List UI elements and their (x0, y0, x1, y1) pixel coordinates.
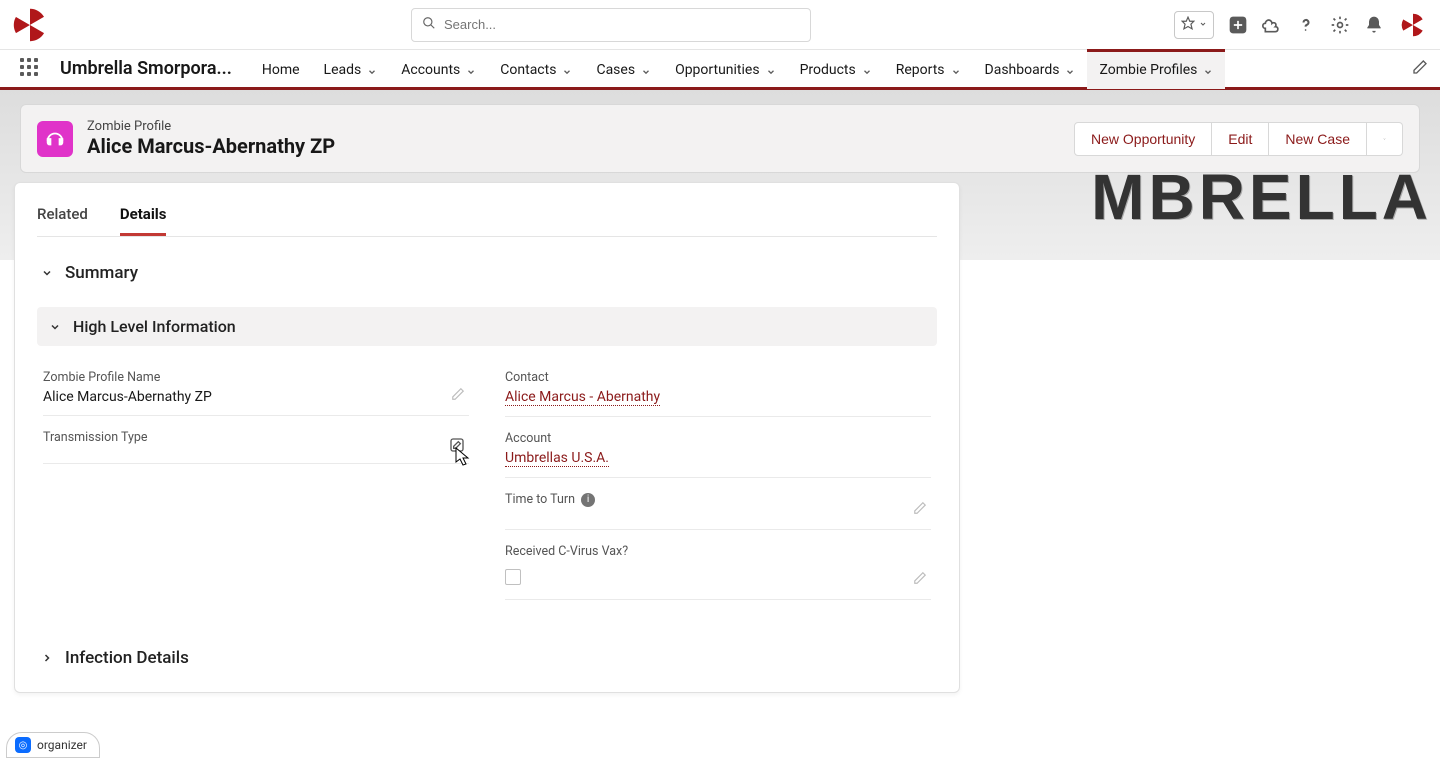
favorites-menu[interactable] (1174, 11, 1214, 39)
field-received-vax: Received C-Virus Vax? (505, 538, 931, 600)
organizer-icon: ◎ (15, 737, 31, 753)
more-actions-button[interactable] (1367, 122, 1403, 156)
tab-related[interactable]: Related (37, 199, 88, 236)
nav-item-label: Contacts (500, 62, 556, 78)
chevron-down-icon (562, 65, 572, 75)
global-search[interactable] (411, 8, 811, 42)
section-infection-header[interactable]: Infection Details (37, 642, 937, 674)
record-type-icon (37, 121, 73, 157)
nav-item-leads[interactable]: Leads (312, 49, 390, 89)
nav-item-dashboards[interactable]: Dashboards (973, 49, 1088, 89)
organizer-badge[interactable]: ◎ organizer (6, 732, 100, 758)
section-summary-header[interactable]: Summary (37, 257, 937, 289)
nav-item-cases[interactable]: Cases (584, 49, 663, 89)
record-header: Zombie Profile Alice Marcus-Abernathy ZP… (20, 104, 1420, 173)
nav-item-label: Cases (596, 62, 635, 78)
edit-field-icon[interactable] (449, 437, 465, 457)
chevron-down-icon (41, 266, 55, 280)
notifications-button[interactable] (1364, 15, 1384, 35)
app-name: Umbrella Smorpora... (60, 58, 232, 79)
field-account: Account Umbrellas U.S.A. (505, 425, 931, 478)
edit-field-icon[interactable] (913, 571, 927, 589)
field-value: Alice Marcus-Abernathy ZP (43, 389, 469, 405)
field-contact: Contact Alice Marcus - Abernathy (505, 364, 931, 417)
field-label: Contact (505, 370, 931, 385)
chevron-down-icon (1065, 65, 1075, 75)
edit-button[interactable]: Edit (1212, 122, 1269, 156)
app-launcher-icon[interactable] (20, 58, 42, 80)
search-icon (422, 16, 436, 34)
chevron-down-icon (367, 65, 377, 75)
new-case-button[interactable]: New Case (1269, 122, 1367, 156)
chevron-down-icon (862, 65, 872, 75)
field-profile-name: Zombie Profile Name Alice Marcus-Abernat… (43, 364, 469, 416)
nav-item-label: Home (262, 62, 300, 78)
chevron-down-icon (951, 65, 961, 75)
edit-nav-icon[interactable] (1412, 59, 1428, 79)
nav-item-label: Dashboards (985, 62, 1060, 78)
add-button[interactable] (1228, 15, 1248, 35)
organizer-label: organizer (37, 738, 87, 752)
nav-item-home[interactable]: Home (250, 49, 312, 89)
chevron-down-icon (466, 65, 476, 75)
chevron-down-icon (766, 65, 776, 75)
edit-field-icon[interactable] (451, 387, 465, 405)
edit-field-icon[interactable] (913, 501, 927, 519)
field-time-to-turn: Time to Turn i (505, 486, 931, 530)
chevron-down-icon (641, 65, 651, 75)
nav-item-products[interactable]: Products (788, 49, 884, 89)
tab-details[interactable]: Details (120, 199, 167, 236)
chevron-down-icon (1203, 65, 1213, 75)
chevron-down-icon (1199, 17, 1207, 32)
settings-button[interactable] (1330, 15, 1350, 35)
record-type-label: Zombie Profile (87, 119, 335, 134)
nav-item-label: Leads (324, 62, 362, 78)
field-label: Received C-Virus Vax? (505, 544, 931, 559)
nav-item-label: Opportunities (675, 62, 760, 78)
section-infection-label: Infection Details (65, 648, 189, 668)
nav-item-opportunities[interactable]: Opportunities (663, 49, 788, 89)
chevron-down-icon (49, 320, 63, 334)
nav-item-label: Reports (896, 62, 945, 78)
search-input[interactable] (444, 17, 800, 32)
field-transmission-type: Transmission Type (43, 424, 469, 464)
nav-item-label: Zombie Profiles (1099, 62, 1197, 78)
salesforce-button[interactable] (1262, 15, 1282, 35)
chevron-right-icon (41, 651, 55, 665)
field-label: Time to Turn i (505, 492, 931, 507)
field-label: Transmission Type (43, 430, 469, 445)
help-button[interactable] (1296, 15, 1316, 35)
user-avatar[interactable] (1398, 10, 1428, 40)
section-high-level-label: High Level Information (73, 317, 236, 336)
field-label: Account (505, 431, 931, 446)
nav-item-zombie-profiles[interactable]: Zombie Profiles (1087, 49, 1225, 89)
field-label: Zombie Profile Name (43, 370, 469, 385)
star-icon (1181, 16, 1195, 34)
vax-checkbox[interactable] (505, 569, 521, 585)
nav-item-contacts[interactable]: Contacts (488, 49, 584, 89)
info-icon[interactable]: i (581, 493, 595, 507)
nav-item-label: Accounts (401, 62, 460, 78)
contact-link[interactable]: Alice Marcus - Abernathy (505, 389, 660, 406)
section-summary-label: Summary (65, 263, 138, 283)
nav-item-label: Products (800, 62, 856, 78)
section-high-level-header[interactable]: High Level Information (37, 307, 937, 346)
record-name: Alice Marcus-Abernathy ZP (87, 134, 335, 158)
details-panel: Related Details Summary High Level Infor… (14, 182, 960, 693)
umbrella-logo (12, 7, 48, 43)
account-link[interactable]: Umbrellas U.S.A. (505, 450, 609, 467)
new-opportunity-button[interactable]: New Opportunity (1074, 122, 1212, 156)
nav-item-accounts[interactable]: Accounts (389, 49, 488, 89)
nav-item-reports[interactable]: Reports (884, 49, 973, 89)
